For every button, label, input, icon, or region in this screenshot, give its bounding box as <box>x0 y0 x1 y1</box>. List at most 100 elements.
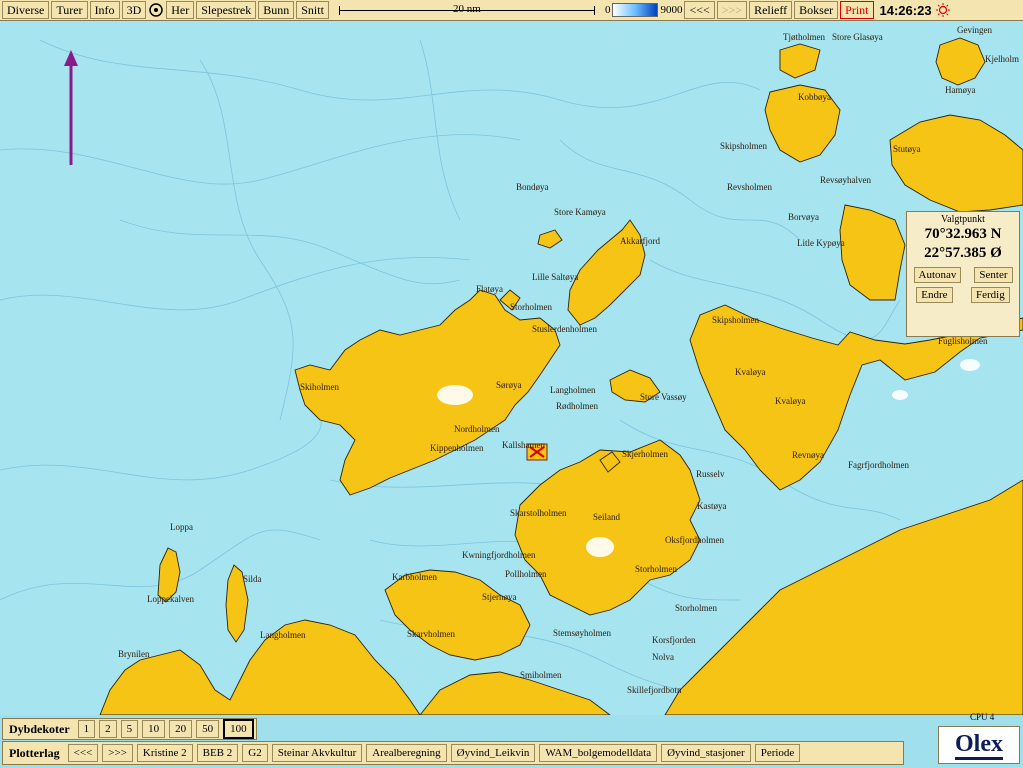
place-label: Storholmen <box>675 603 717 613</box>
bokser-button[interactable]: Bokser <box>794 1 839 19</box>
layer-oyvind-leikvin[interactable]: Øyvind_Leikvin <box>450 744 536 762</box>
place-label: Kjelholm <box>985 54 1019 64</box>
place-label: Loppa <box>170 522 193 532</box>
place-label: Store Kamøya <box>554 207 606 217</box>
layer-beb-2[interactable]: BEB 2 <box>196 744 239 762</box>
turer-button[interactable]: Turer <box>51 1 88 19</box>
place-label: Kwningfjordholmen <box>462 550 536 560</box>
layer-steinar-akvkultur[interactable]: Steinar Akvkultur <box>271 744 363 762</box>
place-label: Tjøtholmen <box>783 32 825 42</box>
place-label: Stemsøyholmen <box>553 628 611 638</box>
3d-button[interactable]: 3D <box>121 1 147 19</box>
layer-oyvind-stasjoner[interactable]: Øyvind_stasjoner <box>661 744 751 762</box>
depth-color-scale[interactable]: 0 9000 <box>605 3 683 17</box>
place-label: Store Glasøya <box>832 32 883 42</box>
place-label: Skipsholmen <box>712 315 760 325</box>
bunn-button[interactable]: Bunn <box>258 1 295 19</box>
place-label: Revnøya <box>792 450 824 460</box>
place-label: Nordholmen <box>454 424 500 434</box>
place-label: Oksfjordholmen <box>665 535 724 545</box>
place-label: Sørøya <box>496 380 522 390</box>
diverse-button[interactable]: Diverse <box>2 1 50 19</box>
place-label: Akkarfjord <box>620 236 660 246</box>
depth-20-button[interactable]: 20 <box>169 720 193 738</box>
place-label: Seiland <box>593 512 620 522</box>
depth-2-button[interactable]: 2 <box>99 720 117 738</box>
place-label: Revsøyhalven <box>820 175 871 185</box>
layer-periode[interactable]: Periode <box>754 744 801 762</box>
place-label: Russelv <box>696 469 725 479</box>
map-canvas[interactable]: Tjøtholmen Store Glasøya Gevingen Kjelholm H… <box>0 21 1023 715</box>
depth-gradient-bar <box>612 3 659 17</box>
autonav-button[interactable]: Autonav <box>913 267 962 283</box>
place-label: Stutøya <box>893 144 921 154</box>
place-label: Kippenholmen <box>430 443 484 453</box>
depth-1-button[interactable]: 1 <box>77 720 96 738</box>
waypoint-panel: Valgtpunkt 70°32.963 N 22°57.385 Ø Auton… <box>906 211 1020 337</box>
place-label: Skarstolholmen <box>510 508 567 518</box>
own-position-icon[interactable] <box>148 2 164 18</box>
endre-button[interactable]: Endre <box>916 287 953 303</box>
senter-button[interactable]: Senter <box>974 267 1013 283</box>
layer-g2[interactable]: G2 <box>242 744 268 762</box>
place-label: Pollholmen <box>505 569 547 579</box>
place-label: Stuslerdenholmen <box>532 324 597 334</box>
layer-arealberegning[interactable]: Arealberegning <box>366 744 447 762</box>
place-label: Smiholmen <box>520 670 562 680</box>
layer-wam-bolgemodelldata[interactable]: WAM_bolgemodelldata <box>539 744 658 762</box>
place-label: Kvaløya <box>775 396 806 406</box>
place-label: Lille Saltøya <box>532 272 578 282</box>
sun-icon[interactable] <box>935 3 950 17</box>
depth-100-button[interactable]: 100 <box>223 719 254 739</box>
depth-contour-bar: Dybdekoter 1 2 5 10 20 50 100 <box>2 718 257 740</box>
place-label: Loppekalven <box>147 594 194 604</box>
layer-kristine-2[interactable]: Kristine 2 <box>136 744 193 762</box>
dybdekoter-label: Dybdekoter <box>9 721 70 736</box>
top-toolbar: Diverse Turer Info 3D Her Slepestrek Bun… <box>0 0 1023 21</box>
scale-label: 20 nm <box>453 3 481 15</box>
layer-prev-button[interactable]: <<< <box>67 744 99 762</box>
place-label: Bondøya <box>516 182 549 192</box>
place-label: Kallshamen <box>502 440 545 450</box>
depth-5-button[interactable]: 5 <box>120 720 139 738</box>
place-label: Nolva <box>652 652 674 662</box>
scale-bar: 20 nm <box>337 2 597 18</box>
chart-map[interactable]: Tjøtholmen Store Glasøya Gevingen Kjelholm H… <box>0 21 1023 715</box>
place-label: Skjerholmen <box>622 449 668 459</box>
clock: 14:26:23 <box>879 2 932 18</box>
place-label: Langholmen <box>260 630 306 640</box>
print-button[interactable]: Print <box>840 1 874 19</box>
place-label: Hamøya <box>945 85 976 95</box>
place-label: Borvøya <box>788 212 819 222</box>
place-label: Storholmen <box>510 302 552 312</box>
place-label: Silda <box>243 574 262 584</box>
plotterlag-label: Plotterlag <box>9 745 60 760</box>
depth-max-label: 9000 <box>660 4 683 16</box>
relieff-button[interactable]: Relieff <box>749 1 793 19</box>
place-label: Karbholmen <box>392 572 437 582</box>
place-label: Stjernøya <box>482 592 517 602</box>
layer-next-button[interactable]: >>> <box>102 744 133 762</box>
place-label: Revsholmen <box>727 182 772 192</box>
waypoint-title: Valgtpunkt <box>941 214 985 225</box>
her-button[interactable]: Her <box>166 1 195 19</box>
plotter-layer-bar: Plotterlag <<< >>> Kristine 2 BEB 2 G2 S… <box>2 741 904 765</box>
place-label: Korsfjorden <box>652 635 696 645</box>
depth-10-button[interactable]: 10 <box>142 720 166 738</box>
place-label: Skarvholmen <box>407 629 455 639</box>
slepestrek-button[interactable]: Slepestrek <box>196 1 257 19</box>
cpu-indicator: CPU 4 <box>970 712 995 722</box>
ferdig-button[interactable]: Ferdig <box>971 287 1010 303</box>
place-label: Storholmen <box>635 564 677 574</box>
history-forward-button[interactable]: >>> <box>716 1 748 19</box>
place-label: Gevingen <box>957 25 992 35</box>
place-label: Kobbøya <box>798 92 831 102</box>
place-label: Rødholmen <box>556 401 598 411</box>
waypoint-longitude: 22°57.385 Ø <box>924 245 1002 261</box>
snitt-button[interactable]: Snitt <box>296 1 329 19</box>
history-back-button[interactable]: <<< <box>684 1 715 19</box>
depth-50-button[interactable]: 50 <box>196 720 220 738</box>
place-label: Kvaløya <box>735 367 766 377</box>
info-button[interactable]: Info <box>89 1 120 19</box>
place-label: Langholmen <box>550 385 596 395</box>
